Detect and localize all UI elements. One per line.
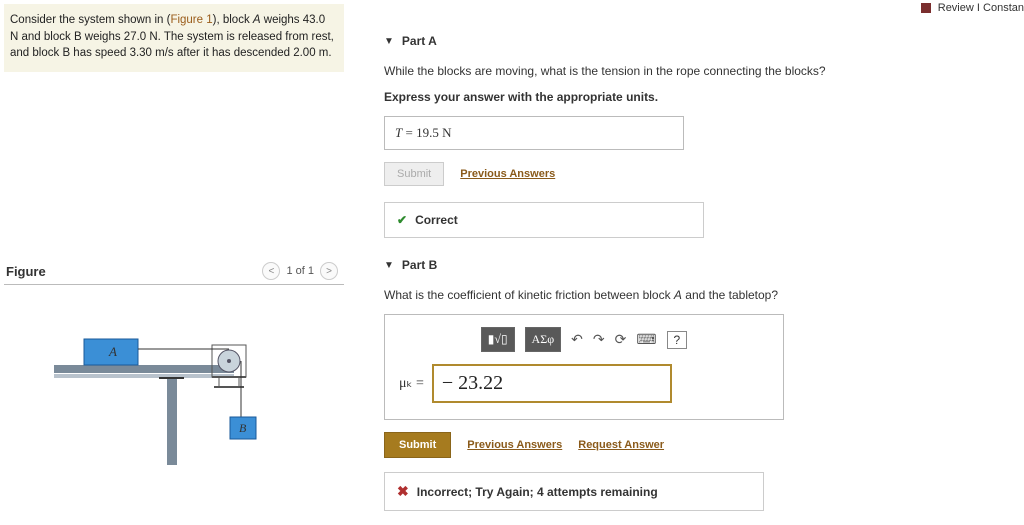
caret-down-icon: ▼ bbox=[384, 36, 394, 47]
part-a-answer-box: T = 19.5 N bbox=[384, 116, 684, 150]
top-links: Review I Constan bbox=[921, 2, 1024, 14]
part-b-submit-button[interactable]: Submit bbox=[384, 432, 451, 458]
figure-header: Figure < 1 of 1 > bbox=[4, 262, 344, 285]
part-b-feedback: ✖Incorrect; Try Again; 4 attempts remain… bbox=[384, 472, 764, 511]
part-a-feedback: ✔Correct bbox=[384, 202, 704, 238]
help-button[interactable]: ? bbox=[667, 331, 688, 349]
undo-icon[interactable]: ↶ bbox=[571, 331, 583, 348]
mu-k-input[interactable]: − 23.22 bbox=[432, 364, 672, 403]
svg-text:B: B bbox=[239, 421, 247, 435]
part-a-question: While the blocks are moving, what is the… bbox=[384, 64, 1010, 78]
review-icon bbox=[921, 3, 931, 13]
symbols-tool-button[interactable]: ΑΣφ bbox=[525, 327, 562, 352]
figure-next-button[interactable]: > bbox=[320, 262, 338, 280]
part-b-header[interactable]: ▼ Part B bbox=[380, 252, 1010, 278]
mu-k-label: μₖ = bbox=[399, 375, 424, 392]
keyboard-icon[interactable]: ⌨ bbox=[636, 331, 656, 348]
figure-link[interactable]: Figure 1 bbox=[170, 14, 212, 26]
part-b-input-area: ▮√▯ ΑΣφ ↶ ↷ ⟳ ⌨ ? μₖ = − 23.22 bbox=[384, 314, 784, 420]
figure-pager-label: 1 of 1 bbox=[286, 265, 314, 277]
check-icon: ✔ bbox=[397, 213, 407, 227]
input-toolbar: ▮√▯ ΑΣφ ↶ ↷ ⟳ ⌨ ? bbox=[399, 327, 769, 352]
part-a-previous-answers-link[interactable]: Previous Answers bbox=[460, 168, 555, 180]
request-answer-link[interactable]: Request Answer bbox=[578, 439, 664, 451]
part-a-header[interactable]: ▼ Part A bbox=[380, 28, 1010, 54]
svg-text:A: A bbox=[108, 344, 117, 359]
part-a-submit-button: Submit bbox=[384, 162, 444, 186]
part-b-question: What is the coefficient of kinetic frict… bbox=[384, 288, 1010, 302]
constants-link[interactable]: Constan bbox=[983, 2, 1024, 14]
part-a-title: Part A bbox=[402, 34, 437, 48]
review-link[interactable]: Review bbox=[938, 2, 974, 14]
problem-statement: Consider the system shown in (Figure 1),… bbox=[4, 4, 344, 72]
x-icon: ✖ bbox=[397, 483, 409, 499]
redo-icon[interactable]: ↷ bbox=[593, 331, 605, 348]
figure-diagram: A B bbox=[4, 325, 344, 468]
figure-prev-button[interactable]: < bbox=[262, 262, 280, 280]
reset-icon[interactable]: ⟳ bbox=[615, 331, 627, 348]
caret-down-icon: ▼ bbox=[384, 260, 394, 271]
part-a-instruction: Express your answer with the appropriate… bbox=[384, 90, 1010, 104]
part-b-title: Part B bbox=[402, 258, 437, 272]
fraction-tool-button[interactable]: ▮√▯ bbox=[481, 327, 515, 352]
part-b-previous-answers-link[interactable]: Previous Answers bbox=[467, 439, 562, 451]
figure-pager: < 1 of 1 > bbox=[262, 262, 338, 280]
figure-title: Figure bbox=[6, 264, 46, 279]
